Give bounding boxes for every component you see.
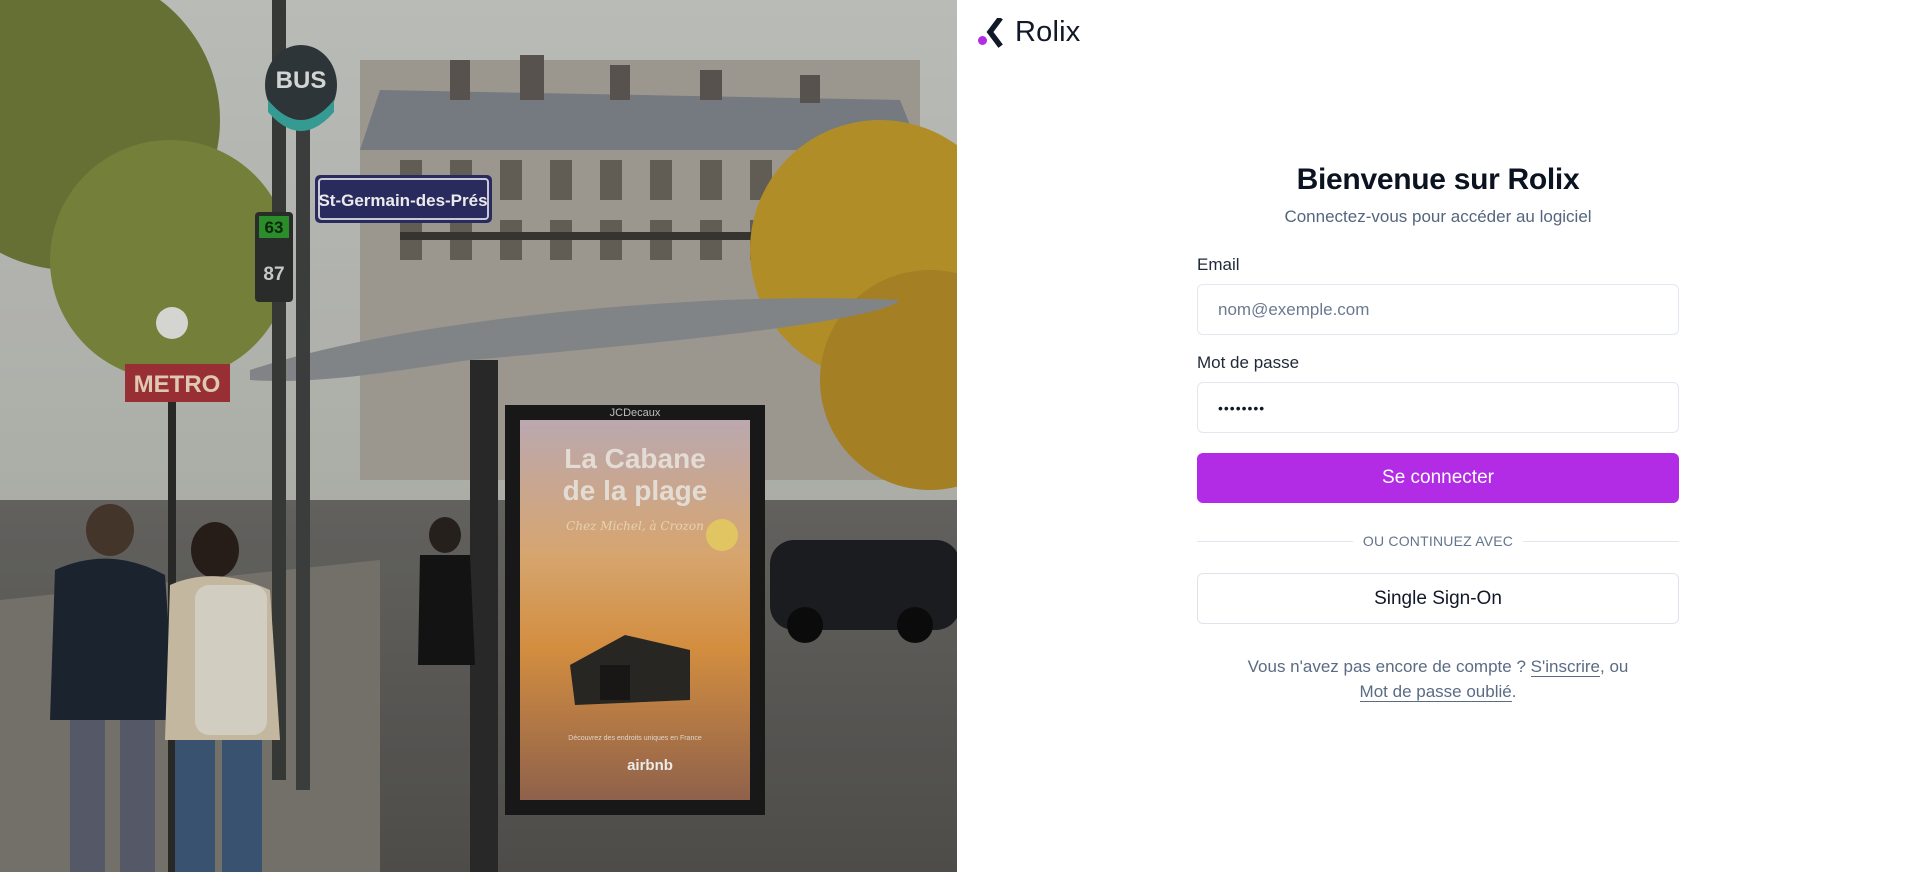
signup-link[interactable]: S'inscrire <box>1530 657 1600 677</box>
footer-prefix: Vous n'avez pas encore de compte ? <box>1247 657 1531 676</box>
password-label: Mot de passe <box>1197 353 1300 372</box>
footer-suffix: . <box>1511 682 1517 701</box>
or-divider: OU CONTINUEZ AVEC <box>1197 531 1679 551</box>
email-label: Email <box>1197 255 1240 274</box>
page-subtitle: Connectez-vous pour accéder au logiciel <box>1284 207 1592 226</box>
login-form: Bienvenue sur Rolix Connectez-vous pour … <box>1197 160 1679 704</box>
page-title: Bienvenue sur Rolix <box>1296 163 1580 196</box>
divider-text: OU CONTINUEZ AVEC <box>1362 533 1514 549</box>
divider-line-right <box>1523 540 1679 542</box>
forgot-password-link[interactable]: Mot de passe oublié <box>1359 682 1512 702</box>
email-field[interactable] <box>1197 284 1679 335</box>
sso-button[interactable]: Single Sign-On <box>1197 573 1679 624</box>
footer-mid: , ou <box>1600 657 1629 676</box>
account-footer: Vous n'avez pas encore de compte ? S'ins… <box>1197 654 1679 704</box>
login-button[interactable]: Se connecter <box>1197 453 1679 503</box>
rolix-logo-icon <box>977 15 1007 48</box>
brand-logo[interactable]: Rolix <box>977 15 1081 49</box>
divider-line-left <box>1197 540 1353 542</box>
login-panel: Rolix Bienvenue sur Rolix Connectez-vous… <box>957 0 1912 872</box>
hero-photo: JCDecaux La Cabane de la plage Chez Mich… <box>0 0 957 872</box>
brand-name: Rolix <box>1015 16 1081 48</box>
password-field[interactable] <box>1197 382 1679 433</box>
